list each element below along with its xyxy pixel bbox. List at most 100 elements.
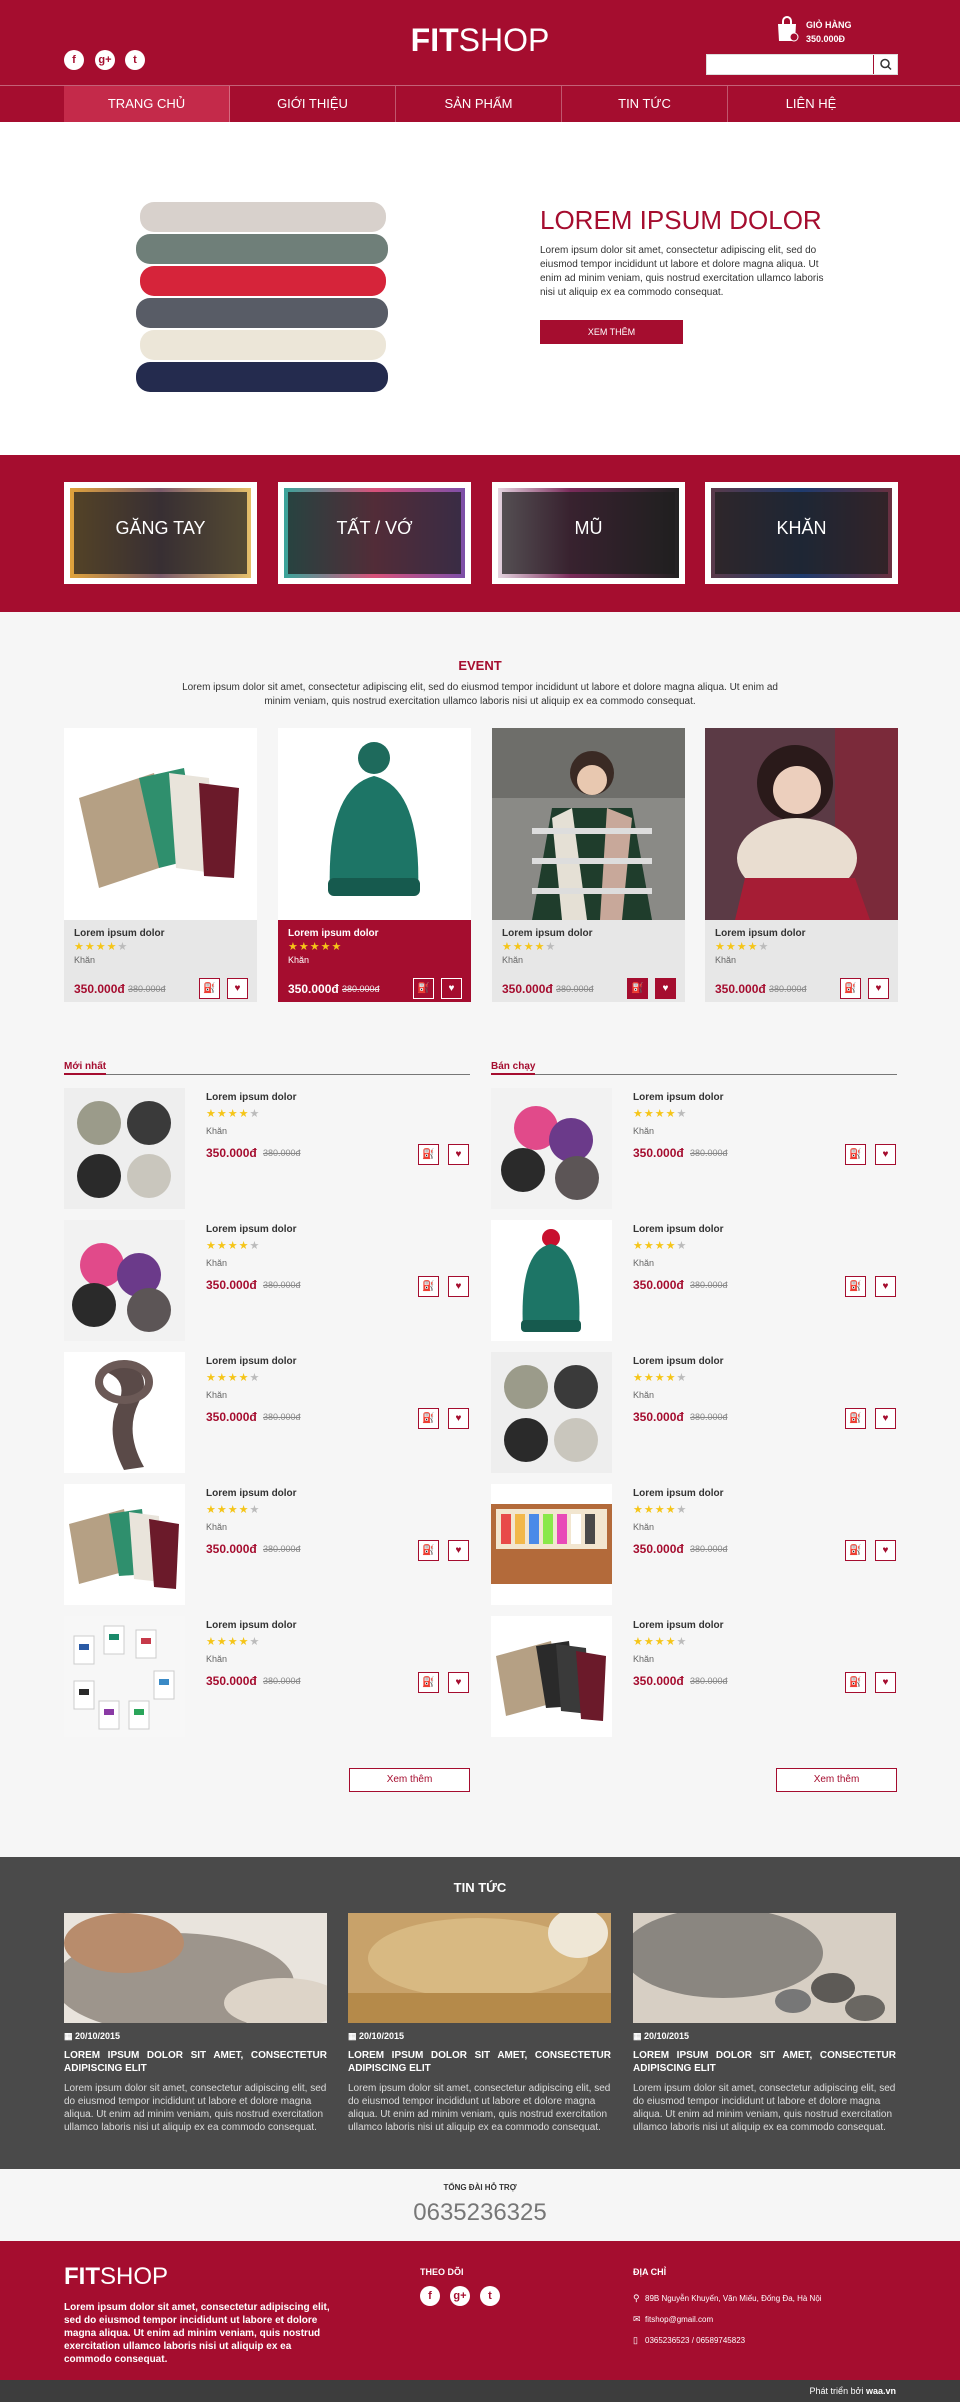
- twitter-icon[interactable]: t: [480, 2286, 500, 2306]
- heart-icon[interactable]: ♥: [875, 1144, 896, 1165]
- product-price: 350.000đ: [715, 982, 766, 996]
- news-headline[interactable]: LOREM IPSUM DOLOR SIT AMET, CONSECTETUR …: [348, 2049, 611, 2075]
- credit-link[interactable]: waa.vn: [866, 2386, 896, 2396]
- category-scarves[interactable]: KHĂN: [705, 482, 898, 584]
- product-name: Lorem ipsum dolor: [502, 928, 593, 939]
- news-card[interactable]: ▦ 20/10/2015 LOREM IPSUM DOLOR SIT AMET,…: [633, 1913, 896, 2134]
- newest-title[interactable]: Mới nhất: [64, 1061, 107, 1075]
- product-old-price: 380.000đ: [690, 1280, 728, 1290]
- product-old-price: 380.000đ: [263, 1544, 301, 1554]
- bestseller-title[interactable]: Bán chạy: [491, 1061, 536, 1075]
- search-button[interactable]: [873, 55, 897, 74]
- product-image: [491, 1352, 612, 1473]
- heart-icon[interactable]: ♥: [441, 978, 462, 999]
- heart-icon[interactable]: ♥: [875, 1276, 896, 1297]
- product-name: Lorem ipsum dolor: [633, 1356, 724, 1367]
- nav-products[interactable]: SẢN PHẨM: [396, 86, 562, 122]
- shopping-bag-icon[interactable]: [775, 16, 799, 42]
- news-headline[interactable]: LOREM IPSUM DOLOR SIT AMET, CONSECTETUR …: [64, 2049, 327, 2075]
- event-product-card[interactable]: Lorem ipsum dolor ★★★★★ Khăn 350.000đ 38…: [492, 728, 685, 1002]
- heart-icon[interactable]: ♥: [655, 978, 676, 999]
- basket-icon[interactable]: ⛽: [845, 1408, 866, 1429]
- event-product-card[interactable]: Lorem ipsum dolor ★★★★★ Khăn 350.000đ 38…: [705, 728, 898, 1002]
- product-image: [278, 728, 471, 920]
- basket-icon[interactable]: ⛽: [199, 978, 220, 999]
- list-item[interactable]: Lorem ipsum dolor ★★★★★ Khăn 350.000đ 38…: [491, 1352, 897, 1473]
- category-hats[interactable]: MŨ: [492, 482, 685, 584]
- news-headline[interactable]: LOREM IPSUM DOLOR SIT AMET, CONSECTETUR …: [633, 2049, 896, 2075]
- product-info: Lorem ipsum dolor ★★★★★ Khăn 350.000đ 38…: [492, 920, 685, 1002]
- event-product-card[interactable]: Lorem ipsum dolor ★★★★★ Khăn 350.000đ 38…: [278, 728, 471, 1002]
- list-item[interactable]: Lorem ipsum dolor ★★★★★ Khăn 350.000đ 38…: [64, 1352, 470, 1473]
- list-item[interactable]: Lorem ipsum dolor ★★★★★ Khăn 350.000đ 38…: [64, 1220, 470, 1341]
- heart-icon[interactable]: ♥: [868, 978, 889, 999]
- heart-icon[interactable]: ♥: [448, 1276, 469, 1297]
- news-date: ▦ 20/10/2015: [633, 2031, 690, 2041]
- list-item[interactable]: Lorem ipsum dolor ★★★★★ Khăn 350.000đ 38…: [64, 1088, 470, 1209]
- basket-icon[interactable]: ⛽: [413, 978, 434, 999]
- nav-contact[interactable]: LIÊN HỆ: [728, 86, 894, 122]
- news-image: [348, 1913, 611, 2023]
- list-item[interactable]: Lorem ipsum dolor ★★★★★ Khăn 350.000đ 38…: [491, 1088, 897, 1209]
- event-title: EVENT: [458, 658, 502, 673]
- category-socks[interactable]: TẤT / VỚ: [278, 482, 471, 584]
- news-card[interactable]: ▦ 20/10/2015 LOREM IPSUM DOLOR SIT AMET,…: [348, 1913, 611, 2134]
- event-product-card[interactable]: Lorem ipsum dolor ★★★★★ Khăn 350.000đ 38…: [64, 728, 257, 1002]
- basket-icon[interactable]: ⛽: [845, 1144, 866, 1165]
- google-plus-icon[interactable]: g+: [450, 2286, 470, 2306]
- facebook-icon[interactable]: f: [420, 2286, 440, 2306]
- search-box: [706, 54, 898, 75]
- hero-more-button[interactable]: XEM THÊM: [540, 320, 683, 344]
- newest-more-button[interactable]: Xem thêm: [349, 1768, 470, 1792]
- basket-icon[interactable]: ⛽: [845, 1540, 866, 1561]
- rating-stars: ★★★★★: [633, 1504, 688, 1516]
- heart-icon[interactable]: ♥: [448, 1144, 469, 1165]
- basket-icon[interactable]: ⛽: [840, 978, 861, 999]
- basket-icon[interactable]: ⛽: [418, 1276, 439, 1297]
- address-row: ⚲ 89B Nguyễn Khuyến, Văn Miếu, Đống Đa, H…: [633, 2293, 822, 2303]
- list-item[interactable]: Lorem ipsum dolor ★★★★★ Khăn 350.000đ 38…: [64, 1616, 470, 1737]
- search-icon: [880, 58, 892, 71]
- heart-icon[interactable]: ♥: [448, 1672, 469, 1693]
- heart-icon[interactable]: ♥: [448, 1540, 469, 1561]
- cart-summary[interactable]: GIỎ HÀNG 350.000Đ: [806, 18, 852, 46]
- product-category: Khăn: [715, 955, 737, 965]
- product-category: Khăn: [288, 955, 310, 965]
- list-item[interactable]: Lorem ipsum dolor ★★★★★ Khăn 350.000đ 38…: [491, 1484, 897, 1605]
- product-category: Khăn: [633, 1258, 655, 1268]
- hotline-number[interactable]: 0635236325: [0, 2199, 960, 2227]
- google-plus-icon[interactable]: g+: [95, 50, 115, 70]
- basket-icon[interactable]: ⛽: [418, 1144, 439, 1165]
- category-gloves[interactable]: GĂNG TAY: [64, 482, 257, 584]
- twitter-icon[interactable]: t: [125, 50, 145, 70]
- heart-icon[interactable]: ♥: [875, 1672, 896, 1693]
- nav-news[interactable]: TIN TỨC: [562, 86, 728, 122]
- list-item[interactable]: Lorem ipsum dolor ★★★★★ Khăn 350.000đ 38…: [491, 1220, 897, 1341]
- product-name: Lorem ipsum dolor: [633, 1092, 724, 1103]
- rating-stars: ★★★★★: [633, 1108, 688, 1120]
- basket-icon[interactable]: ⛽: [418, 1408, 439, 1429]
- basket-icon[interactable]: ⛽: [418, 1672, 439, 1693]
- basket-icon[interactable]: ⛽: [845, 1276, 866, 1297]
- heart-icon[interactable]: ♥: [448, 1408, 469, 1429]
- news-card[interactable]: ▦ 20/10/2015 LOREM IPSUM DOLOR SIT AMET,…: [64, 1913, 327, 2134]
- product-old-price: 380.000đ: [769, 984, 807, 994]
- basket-icon[interactable]: ⛽: [418, 1540, 439, 1561]
- list-item[interactable]: Lorem ipsum dolor ★★★★★ Khăn 350.000đ 38…: [491, 1616, 897, 1737]
- product-category: Khăn: [633, 1654, 655, 1664]
- basket-icon[interactable]: ⛽: [627, 978, 648, 999]
- list-item[interactable]: Lorem ipsum dolor ★★★★★ Khăn 350.000đ 38…: [64, 1484, 470, 1605]
- phone-row[interactable]: ▯ 0365236523 / 06589745823: [633, 2334, 745, 2347]
- heart-icon[interactable]: ♥: [875, 1408, 896, 1429]
- nav-about[interactable]: GIỚI THIỆU: [230, 86, 396, 122]
- heart-icon[interactable]: ♥: [227, 978, 248, 999]
- facebook-icon[interactable]: f: [64, 50, 84, 70]
- footer-logo[interactable]: FITSHOP: [64, 2263, 168, 2291]
- bestseller-more-button[interactable]: Xem thêm: [776, 1768, 897, 1792]
- basket-icon[interactable]: ⛽: [845, 1672, 866, 1693]
- rating-stars: ★★★★★: [74, 941, 129, 953]
- email-row[interactable]: ✉ fitshop@gmail.com: [633, 2313, 713, 2326]
- heart-icon[interactable]: ♥: [875, 1540, 896, 1561]
- search-input[interactable]: [707, 55, 873, 74]
- nav-home[interactable]: TRANG CHỦ: [64, 86, 230, 122]
